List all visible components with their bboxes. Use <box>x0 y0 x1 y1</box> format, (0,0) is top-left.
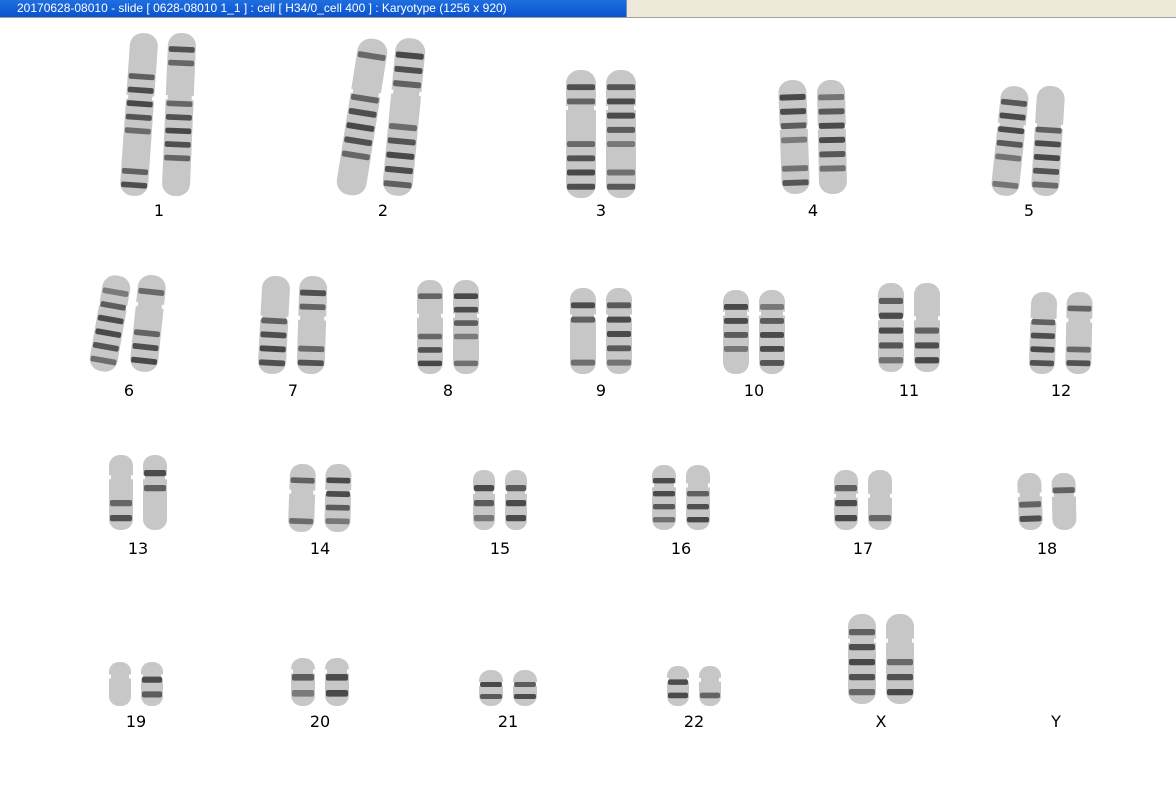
chromatid <box>867 470 893 530</box>
chromosome-pair-12[interactable] <box>1020 291 1102 375</box>
chromatid <box>605 70 637 198</box>
chromosome-label-18: 18 <box>1036 539 1058 558</box>
chromatid <box>565 70 597 198</box>
chromatid <box>108 455 134 530</box>
chromosome-label-19: 19 <box>125 712 147 731</box>
chromatid <box>651 465 677 530</box>
chromatid <box>416 280 444 374</box>
chromatid <box>142 455 168 530</box>
chromatid <box>478 670 504 706</box>
chromatid <box>885 614 915 704</box>
chromosome-label-Y: Y <box>1051 712 1061 731</box>
chromatid <box>1050 472 1077 531</box>
chromosome-pair-5[interactable] <box>986 85 1072 197</box>
chromatid <box>382 38 426 196</box>
chromosome-label-9: 9 <box>595 381 607 400</box>
chromosome-pair-13[interactable] <box>99 455 177 530</box>
chromatid <box>833 470 859 530</box>
chromosome-label-14: 14 <box>309 539 331 558</box>
chromatid <box>296 275 328 375</box>
chromosome-label-3: 3 <box>595 201 607 220</box>
chromosome-label-20: 20 <box>309 712 331 731</box>
chromatid <box>913 283 941 372</box>
chromosome-label-2: 2 <box>377 201 389 220</box>
chromosome-pair-9[interactable] <box>560 288 642 374</box>
karyotype-canvas: 1 2 3 4 5 6 7 8 9 10 11 12 13 14 15 16 17 18 19 20 21 22 X Y <box>0 18 1176 792</box>
chromatid <box>847 614 877 704</box>
chromosome-pair-6[interactable] <box>86 275 172 372</box>
chromatid <box>472 470 496 530</box>
chromatid <box>452 280 480 374</box>
chromosome-label-6: 6 <box>123 381 135 400</box>
chromosome-label-11: 11 <box>898 381 920 400</box>
chromosome-pair-1[interactable] <box>115 33 203 196</box>
chromosome-label-15: 15 <box>489 539 511 558</box>
chromatid <box>336 38 388 196</box>
chromosome-pair-19[interactable] <box>99 662 173 706</box>
chromosome-label-1: 1 <box>153 201 165 220</box>
chromatid <box>130 275 166 372</box>
chromatid <box>288 463 317 533</box>
chromatid <box>666 666 690 706</box>
chromatid <box>877 283 905 372</box>
chromatid <box>108 662 132 706</box>
chromatid <box>758 290 786 374</box>
chromatid <box>512 670 538 706</box>
window-title-tab[interactable]: 20170628-08010 - slide [ 0628-08010 1_1 … <box>0 0 627 17</box>
chromosome-pair-20[interactable] <box>281 658 359 706</box>
chromatid <box>1028 291 1058 375</box>
chromosome-label-22: 22 <box>683 712 705 731</box>
chromosome-pair-2[interactable] <box>336 38 429 196</box>
chromatid <box>722 290 750 374</box>
chromatid <box>991 86 1029 196</box>
chromosome-pair-4[interactable] <box>770 79 856 195</box>
chromosome-label-12: 12 <box>1050 381 1072 400</box>
chromatid <box>605 288 633 374</box>
chromatid <box>816 79 847 195</box>
chromatid <box>1065 291 1094 375</box>
chromosome-pair-11[interactable] <box>868 283 950 372</box>
chromosome-label-16: 16 <box>670 539 692 558</box>
chromosome-pair-18[interactable] <box>1008 472 1086 531</box>
window-title: 20170628-08010 - slide [ 0628-08010 1_1 … <box>17 1 507 15</box>
chromatid <box>89 275 131 372</box>
chromosome-pair-16[interactable] <box>642 465 720 530</box>
chromosome-label-21: 21 <box>497 712 519 731</box>
window-titlebar: 20170628-08010 - slide [ 0628-08010 1_1 … <box>0 0 1176 18</box>
chromatid <box>120 33 158 196</box>
chromosome-pair-17[interactable] <box>824 470 902 530</box>
chromatid <box>698 666 722 706</box>
chromosome-pair-10[interactable] <box>713 290 795 374</box>
chromatid <box>504 470 528 530</box>
chromatid <box>140 662 164 706</box>
chromatid <box>324 463 353 533</box>
chromosome-pair-X[interactable] <box>838 614 924 704</box>
chromosome-pair-7[interactable] <box>250 275 336 375</box>
chromosome-pair-15[interactable] <box>463 470 537 530</box>
chromosome-label-7: 7 <box>287 381 299 400</box>
chromosome-pair-22[interactable] <box>657 666 731 706</box>
chromosome-label-X: X <box>875 712 887 731</box>
chromosome-label-8: 8 <box>442 381 454 400</box>
chromatid <box>1016 472 1043 531</box>
chromatid <box>778 79 810 195</box>
chromatid <box>685 465 711 530</box>
chromosome-pair-8[interactable] <box>407 280 489 374</box>
chromatid <box>258 275 290 375</box>
chromatid <box>290 658 316 706</box>
chromatid <box>1031 85 1065 197</box>
chromosome-label-10: 10 <box>743 381 765 400</box>
chromosome-label-4: 4 <box>807 201 819 220</box>
chromosome-pair-14[interactable] <box>279 463 361 533</box>
chromosome-label-13: 13 <box>127 539 149 558</box>
chromatid <box>569 288 597 374</box>
chromatid <box>162 33 196 196</box>
chromosome-label-5: 5 <box>1023 201 1035 220</box>
chromosome-pair-3[interactable] <box>556 70 646 198</box>
chromosome-label-17: 17 <box>852 539 874 558</box>
chromatid <box>324 658 350 706</box>
chromosome-pair-21[interactable] <box>469 670 547 706</box>
